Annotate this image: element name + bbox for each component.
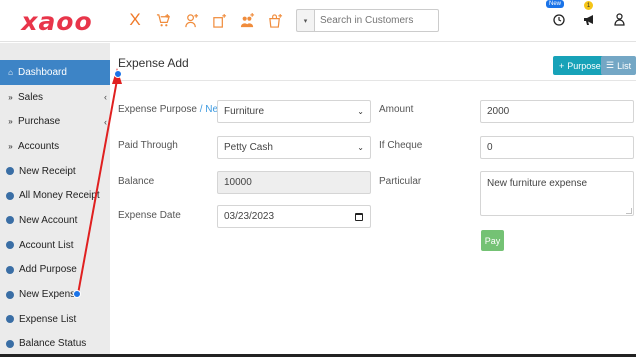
plus-icon: +	[559, 60, 565, 71]
if-cheque-value: 0	[487, 142, 493, 153]
expense-list-label: List	[617, 60, 632, 71]
title-divider	[114, 80, 636, 81]
particular-value: New furniture expense	[487, 178, 588, 189]
cart-add-icon[interactable]	[152, 8, 174, 32]
paid-through-label: Paid Through	[118, 140, 178, 151]
home-icon: ⌂	[8, 67, 13, 77]
notification-count-badge: 1	[584, 1, 593, 10]
expense-purpose-label-text: Expense Purpose	[118, 104, 197, 115]
sidebar-item-sales[interactable]: » Sales ‹	[0, 85, 110, 110]
close-icon[interactable]: X	[124, 8, 146, 32]
sidebar-item-label: Accounts	[18, 140, 60, 152]
top-right-actions: New 1	[546, 0, 626, 42]
circle-arrow-icon	[6, 241, 14, 250]
page-title: Expense Add	[118, 56, 189, 70]
annotation-arrow-head	[112, 68, 122, 84]
app-window: xaoo X ▾ Search in Customers New 1 ⌂ Das…	[0, 0, 636, 357]
balance-label: Balance	[118, 176, 155, 187]
sidebar-item-label: Expense List	[19, 313, 77, 325]
paid-through-value: Petty Cash	[224, 142, 273, 153]
sidebar-item-new-receipt[interactable]: New Receipt	[0, 159, 110, 184]
sidebar-item-add-purpose[interactable]: Add Purpose	[0, 258, 110, 283]
sidebar-item-label: Account List	[19, 239, 74, 251]
amount-value: 2000	[487, 106, 510, 117]
if-cheque-label: If Cheque	[379, 140, 423, 151]
sidebar-item-purchase[interactable]: » Purchase ‹	[0, 109, 110, 134]
megaphone-icon[interactable]: 1	[582, 1, 596, 29]
brand-logo[interactable]: xaoo	[0, 0, 114, 42]
user-icon[interactable]	[612, 13, 626, 29]
double-chevron-icon: »	[8, 92, 13, 102]
paid-through-select[interactable]: Petty Cash ⌄	[217, 136, 371, 159]
sidebar: ⌂ Dashboard » Sales ‹ » Purchase ‹ » Acc…	[0, 43, 110, 357]
expense-date-field[interactable]: 03/23/2023	[217, 205, 371, 228]
box-add-icon[interactable]	[208, 8, 230, 32]
circle-arrow-icon	[6, 167, 14, 176]
sidebar-item-label: Balance Status	[19, 338, 87, 350]
chevron-down-icon: ⌄	[357, 143, 364, 152]
balance-value: 10000	[224, 177, 252, 188]
sidebar-item-new-account[interactable]: New Account	[0, 208, 110, 233]
sidebar-item-label: Sales	[18, 91, 44, 103]
expense-date-value: 03/23/2023	[224, 211, 275, 222]
resize-handle-icon[interactable]	[626, 208, 632, 214]
search-filter-dropdown[interactable]: ▾	[296, 9, 314, 32]
sidebar-item-label: New Receipt	[19, 165, 76, 177]
balance-field: 10000	[217, 171, 371, 194]
expense-list-button[interactable]: ☰ List	[601, 56, 636, 75]
sidebar-item-label: New Expense	[19, 289, 81, 301]
sidebar-item-label: Purchase	[18, 116, 61, 128]
team-add-icon[interactable]	[236, 8, 258, 32]
sidebar-item-balance-status[interactable]: Balance Status	[0, 332, 110, 357]
pay-button[interactable]: Pay	[481, 230, 504, 251]
chevron-left-icon: ‹	[104, 92, 107, 103]
customer-search: ▾	[296, 9, 439, 32]
chevron-left-icon: ‹	[104, 116, 107, 127]
expense-purpose-value: Furniture	[224, 106, 265, 117]
circle-arrow-icon	[6, 339, 14, 348]
expense-purpose-label: Expense Purpose / New	[118, 104, 225, 115]
circle-arrow-icon	[6, 265, 14, 274]
double-chevron-icon: »	[8, 117, 13, 127]
circle-arrow-icon	[6, 290, 14, 299]
particular-textarea[interactable]: New furniture expense	[480, 171, 634, 216]
sidebar-item-all-money-receipt[interactable]: All Money Receipt	[0, 183, 110, 208]
add-purpose-label: Purpose	[567, 60, 601, 71]
sidebar-item-label: New Account	[19, 214, 78, 226]
particular-label: Particular	[379, 176, 422, 187]
expense-date-label: Expense Date	[118, 210, 181, 221]
quick-action-toolbar: X	[124, 8, 314, 32]
new-badge: New	[546, 0, 565, 8]
sidebar-item-expense-list[interactable]: Expense List	[0, 307, 110, 332]
sidebar-item-label: All Money Receipt	[19, 190, 100, 202]
logo-text: xaoo	[21, 6, 93, 36]
double-chevron-icon: »	[8, 141, 13, 151]
top-bar: xaoo X ▾ Search in Customers New 1	[0, 0, 636, 42]
add-purpose-button[interactable]: + Purpose	[553, 56, 607, 75]
sidebar-item-dashboard[interactable]: ⌂ Dashboard	[0, 60, 110, 85]
list-icon: ☰	[606, 60, 615, 70]
sidebar-item-label: Add Purpose	[19, 264, 77, 276]
bag-add-icon[interactable]	[264, 8, 286, 32]
sidebar-header-spacer	[0, 43, 110, 60]
amount-label: Amount	[379, 104, 414, 115]
sidebar-item-new-expense[interactable]: New Expense	[0, 282, 110, 307]
circle-arrow-icon	[6, 216, 14, 225]
expense-purpose-select[interactable]: Furniture ⌄	[217, 100, 371, 123]
circle-arrow-icon	[6, 315, 14, 324]
clock-icon[interactable]: New	[546, 0, 566, 29]
sidebar-item-account-list[interactable]: Account List	[0, 233, 110, 258]
annotation-start-dot	[114, 70, 122, 78]
sidebar-item-label: Dashboard	[18, 66, 67, 78]
chevron-down-icon: ⌄	[357, 107, 364, 116]
sidebar-item-accounts[interactable]: » Accounts	[0, 134, 110, 159]
search-input[interactable]	[314, 9, 439, 32]
amount-field[interactable]: 2000	[480, 100, 634, 123]
circle-arrow-icon	[6, 191, 14, 200]
user-add-icon[interactable]	[180, 8, 202, 32]
calendar-icon[interactable]	[355, 212, 363, 221]
if-cheque-field[interactable]: 0	[480, 136, 634, 159]
